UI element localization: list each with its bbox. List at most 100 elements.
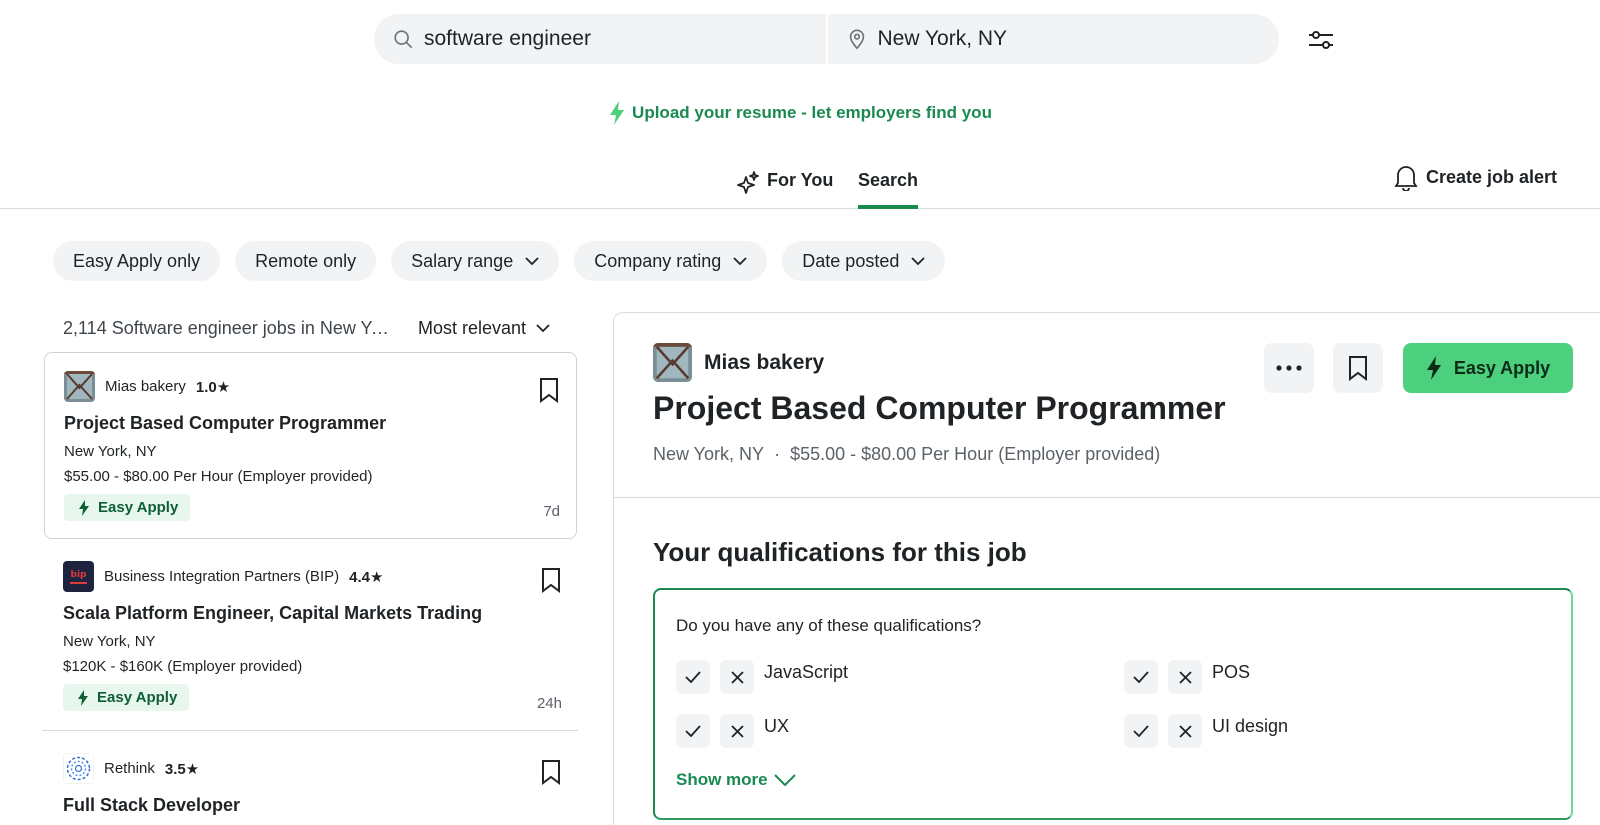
search-bar: software engineer New York, NY [374,14,1279,64]
tab-for-you-label: For You [767,170,834,190]
lightning-icon [1426,356,1441,380]
close-icon [730,670,744,684]
bookmark-icon [542,568,560,593]
job-age: 24h [536,695,562,712]
chip-label: Salary range [411,250,514,271]
company-logo [653,343,692,382]
lightning-icon [78,689,88,706]
reject-qualification-button[interactable] [720,714,754,748]
chevron-down-icon [911,256,925,265]
sliders-icon [1309,31,1333,49]
location-search-field[interactable]: New York, NY [825,14,1280,64]
upload-resume-banner: Upload your resume - let employers find … [0,100,1600,126]
tab-for-you[interactable]: For You [733,162,833,206]
check-icon [1133,671,1149,683]
close-icon [1178,724,1192,738]
show-more-qualifications-button[interactable]: Show more [676,770,796,790]
create-job-alert-button[interactable]: Create job alert [1394,163,1557,191]
more-options-button[interactable] [1264,343,1314,393]
job-salary: $55.00 - $80.00 Per Hour (Employer provi… [64,468,373,485]
reject-qualification-button[interactable] [720,660,754,694]
chevron-down-icon [536,324,550,333]
location-input-value[interactable]: New York, NY [878,27,1008,51]
lightning-icon [610,101,625,125]
detail-company-name[interactable]: Mias bakery [704,351,824,375]
section-divider [614,497,1600,498]
close-icon [1178,670,1192,684]
reject-qualification-button[interactable] [1168,714,1202,748]
company-rating: 1.0★ [195,378,231,396]
confirm-qualification-button[interactable] [676,660,710,694]
job-card[interactable]: Mias bakery 1.0★ Project Based Computer … [44,352,577,539]
easy-apply-label: Easy Apply [1453,357,1551,378]
tab-bar: For You Search [0,160,1600,209]
company-logo: bip [63,561,94,592]
confirm-qualification-button[interactable] [676,714,710,748]
check-icon [685,671,701,683]
qualification-label: POS [1212,661,1251,682]
check-icon [1133,725,1149,737]
bookmark-icon [542,760,560,785]
tab-search-label: Search [858,170,919,190]
bell-icon [1394,166,1418,191]
filter-date-posted[interactable]: Date posted [782,241,946,281]
easy-apply-badge: Easy Apply [64,494,191,521]
keyword-search-field[interactable]: software engineer [374,14,826,64]
qualification-item: POS [1124,660,1250,694]
job-card[interactable]: Rethink 3.5★ Full Stack Developer [42,735,578,825]
sort-label: Most relevant [418,318,527,338]
qualifications-question: Do you have any of these qualifications? [676,616,982,635]
create-job-alert-label: Create job alert [1426,166,1558,187]
save-job-button[interactable] [1333,343,1383,393]
qualification-label: JavaScript [764,661,849,682]
easy-apply-badge: Easy Apply [63,684,190,711]
company-rating: 4.4★ [349,568,384,586]
detail-job-title: Project Based Computer Programmer [653,390,1226,426]
easy-apply-badge-label: Easy Apply [97,689,178,706]
confirm-qualification-button[interactable] [1124,660,1158,694]
save-job-button[interactable] [541,567,561,598]
filter-salary-range[interactable]: Salary range [391,241,560,281]
close-icon [730,724,744,738]
company-name: Rethink [104,760,155,777]
job-location: New York, NY [63,633,156,650]
qualification-item: UX [676,714,789,748]
filter-chips: Easy Apply only Remote only Salary range… [53,241,946,281]
job-salary: $120K - $160K (Employer provided) [63,658,303,675]
company-logo [63,753,94,784]
detail-location: New York, NY [653,444,765,464]
qualification-item: JavaScript [676,660,848,694]
bookmark-icon [1349,356,1367,381]
qualification-item: UI design [1124,714,1288,748]
upload-resume-link[interactable]: Upload your resume - let employers find … [632,103,992,123]
confirm-qualification-button[interactable] [1124,714,1158,748]
detail-salary: $55.00 - $80.00 Per Hour (Employer provi… [790,444,1161,464]
save-job-button[interactable] [541,759,561,790]
search-filters-button[interactable] [1305,24,1337,56]
location-pin-icon [849,29,864,50]
chevron-down-icon [733,256,747,265]
job-location: New York, NY [64,443,157,460]
filter-remote-only[interactable]: Remote only [235,241,377,281]
keyword-input-value[interactable]: software engineer [424,27,591,51]
more-horizontal-icon [1276,365,1302,371]
save-job-button[interactable] [539,377,559,408]
reject-qualification-button[interactable] [1168,660,1202,694]
search-icon [394,30,413,49]
job-title[interactable]: Project Based Computer Programmer [64,413,557,434]
chip-label: Remote only [255,250,357,271]
qualification-label: UX [764,715,790,736]
svg-text:bip: bip [71,570,88,580]
company-name: Business Integration Partners (BIP) [104,568,340,585]
lightning-icon [79,499,89,516]
job-title[interactable]: Scala Platform Engineer, Capital Markets… [63,603,559,624]
filter-easy-apply-only[interactable]: Easy Apply only [53,241,221,281]
company-rating: 3.5★ [164,760,200,778]
easy-apply-button[interactable]: Easy Apply [1403,343,1573,393]
show-more-label: Show more [676,770,768,789]
job-title[interactable]: Full Stack Developer [63,795,559,816]
filter-company-rating[interactable]: Company rating [574,241,768,281]
tab-search[interactable]: Search [858,164,919,209]
job-card[interactable]: bip Business Integration Partners (BIP) … [42,543,578,731]
sort-dropdown[interactable]: Most relevant [418,318,550,339]
